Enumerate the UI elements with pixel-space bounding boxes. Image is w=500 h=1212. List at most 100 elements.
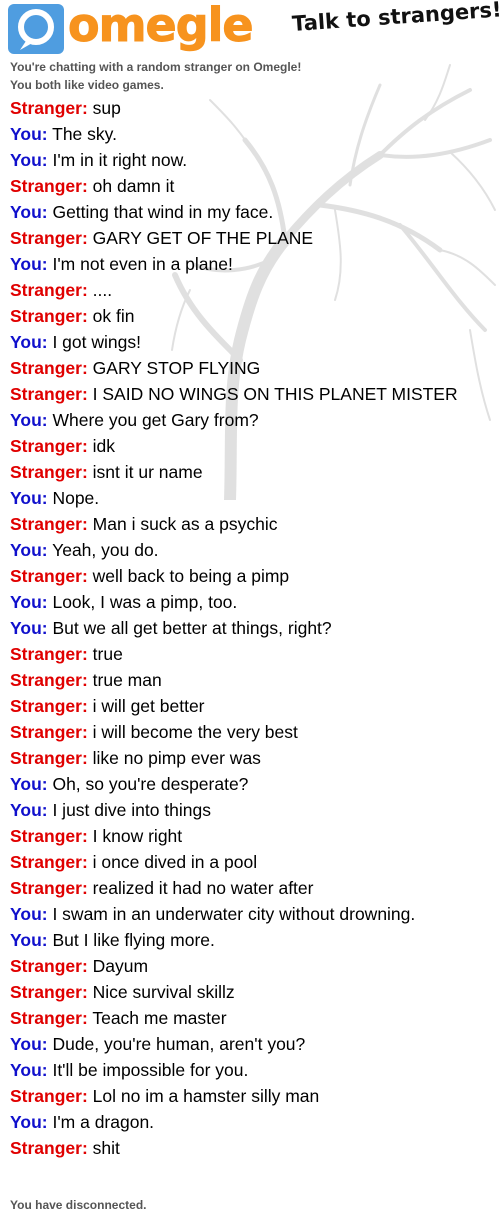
chat-message: You: But we all get better at things, ri… xyxy=(10,615,490,641)
you-label: You: xyxy=(10,410,48,430)
you-label: You: xyxy=(10,930,48,950)
stranger-label: Stranger: xyxy=(10,98,88,118)
chat-message: Stranger: i once dived in a pool xyxy=(10,849,490,875)
message-text: But we all get better at things, right? xyxy=(47,618,332,638)
message-text: true xyxy=(87,644,123,664)
chat-message: You: The sky. xyxy=(10,121,490,147)
message-text: Nope. xyxy=(47,488,100,508)
you-label: You: xyxy=(10,202,48,222)
chat-message: You: Dude, you're human, aren't you? xyxy=(10,1031,490,1057)
message-text: I swam in an underwater city without dro… xyxy=(47,904,416,924)
chat-message: Stranger: like no pimp ever was xyxy=(10,745,490,771)
chat-message: Stranger: i will become the very best xyxy=(10,719,490,745)
message-text: GARY STOP FLYING xyxy=(87,358,261,378)
message-text: ok fin xyxy=(87,306,135,326)
message-text: realized it had no water after xyxy=(87,878,314,898)
stranger-label: Stranger: xyxy=(10,696,88,716)
message-text: I know right xyxy=(87,826,183,846)
chat-message: Stranger: .... xyxy=(10,277,490,303)
you-label: You: xyxy=(10,774,48,794)
chat-message: Stranger: shit xyxy=(10,1135,490,1161)
stranger-label: Stranger: xyxy=(10,826,88,846)
chat-message: Stranger: true man xyxy=(10,667,490,693)
you-label: You: xyxy=(10,904,48,924)
chat-message: Stranger: ok fin xyxy=(10,303,490,329)
chat-message: Stranger: Man i suck as a psychic xyxy=(10,511,490,537)
chat-message: You: But I like flying more. xyxy=(10,927,490,953)
stranger-label: Stranger: xyxy=(10,748,88,768)
message-text: I'm not even in a plane! xyxy=(47,254,233,274)
message-text: i will get better xyxy=(87,696,205,716)
stranger-label: Stranger: xyxy=(10,670,88,690)
message-text: Oh, so you're desperate? xyxy=(47,774,249,794)
stranger-label: Stranger: xyxy=(10,436,88,456)
message-text: Dayum xyxy=(87,956,149,976)
you-label: You: xyxy=(10,618,48,638)
message-text: shit xyxy=(87,1138,120,1158)
tagline: Talk to strangers! xyxy=(291,0,500,36)
you-label: You: xyxy=(10,800,48,820)
you-label: You: xyxy=(10,1034,48,1054)
chat-message: You: I got wings! xyxy=(10,329,490,355)
stranger-label: Stranger: xyxy=(10,176,88,196)
stranger-label: Stranger: xyxy=(10,852,88,872)
chat-message: You: I'm in it right now. xyxy=(10,147,490,173)
you-label: You: xyxy=(10,124,48,144)
you-label: You: xyxy=(10,488,48,508)
you-label: You: xyxy=(10,150,48,170)
message-text: Teach me master xyxy=(87,1008,227,1028)
message-text: sup xyxy=(87,98,121,118)
message-text: Lol no im a hamster silly man xyxy=(87,1086,320,1106)
stranger-label: Stranger: xyxy=(10,644,88,664)
chat-message: You: I'm a dragon. xyxy=(10,1109,490,1135)
you-label: You: xyxy=(10,540,48,560)
chat-message: You: Getting that wind in my face. xyxy=(10,199,490,225)
you-label: You: xyxy=(10,592,48,612)
stranger-label: Stranger: xyxy=(10,358,88,378)
stranger-label: Stranger: xyxy=(10,514,88,534)
chat-message: Stranger: I know right xyxy=(10,823,490,849)
stranger-label: Stranger: xyxy=(10,1008,88,1028)
stranger-label: Stranger: xyxy=(10,462,88,482)
chat-message: Stranger: sup xyxy=(10,95,490,121)
message-text: like no pimp ever was xyxy=(87,748,261,768)
brand-name: omegle xyxy=(68,0,255,53)
message-text: isnt it ur name xyxy=(87,462,203,482)
chat-message: Stranger: Teach me master xyxy=(10,1005,490,1031)
common-interests-line: You both like video games. xyxy=(10,78,164,92)
stranger-label: Stranger: xyxy=(10,306,88,326)
stranger-label: Stranger: xyxy=(10,384,88,404)
message-text: Man i suck as a psychic xyxy=(87,514,278,534)
chat-message: You: Where you get Gary from? xyxy=(10,407,490,433)
omegle-logo-icon xyxy=(8,4,64,54)
stranger-label: Stranger: xyxy=(10,228,88,248)
chat-log: Stranger: sup You: The sky. You: I'm in it… xyxy=(10,95,490,1161)
chat-message: Stranger: Dayum xyxy=(10,953,490,979)
message-text: It'll be impossible for you. xyxy=(47,1060,249,1080)
chat-message: You: I'm not even in a plane! xyxy=(10,251,490,277)
chat-message: Stranger: Nice survival skillz xyxy=(10,979,490,1005)
chat-message: You: It'll be impossible for you. xyxy=(10,1057,490,1083)
chat-message: Stranger: GARY STOP FLYING xyxy=(10,355,490,381)
message-text: oh damn it xyxy=(87,176,175,196)
chat-message: Stranger: i will get better xyxy=(10,693,490,719)
chat-message: Stranger: well back to being a pimp xyxy=(10,563,490,589)
chat-status-line: You're chatting with a random stranger o… xyxy=(10,60,302,74)
chat-message: Stranger: Lol no im a hamster silly man xyxy=(10,1083,490,1109)
header: omegle Talk to strangers! xyxy=(0,0,500,58)
message-text: i once dived in a pool xyxy=(87,852,258,872)
stranger-label: Stranger: xyxy=(10,1086,88,1106)
chat-message: Stranger: true xyxy=(10,641,490,667)
disconnected-line: You have disconnected. xyxy=(10,1198,147,1212)
you-label: You: xyxy=(10,1060,48,1080)
chat-message: You: I swam in an underwater city withou… xyxy=(10,901,490,927)
chat-message: You: I just dive into things xyxy=(10,797,490,823)
you-label: You: xyxy=(10,254,48,274)
message-text: I'm in it right now. xyxy=(47,150,188,170)
chat-message: Stranger: idk xyxy=(10,433,490,459)
chat-message: Stranger: isnt it ur name xyxy=(10,459,490,485)
message-text: true man xyxy=(87,670,162,690)
message-text: Getting that wind in my face. xyxy=(47,202,274,222)
message-text: I just dive into things xyxy=(47,800,212,820)
chat-message: Stranger: realized it had no water after xyxy=(10,875,490,901)
